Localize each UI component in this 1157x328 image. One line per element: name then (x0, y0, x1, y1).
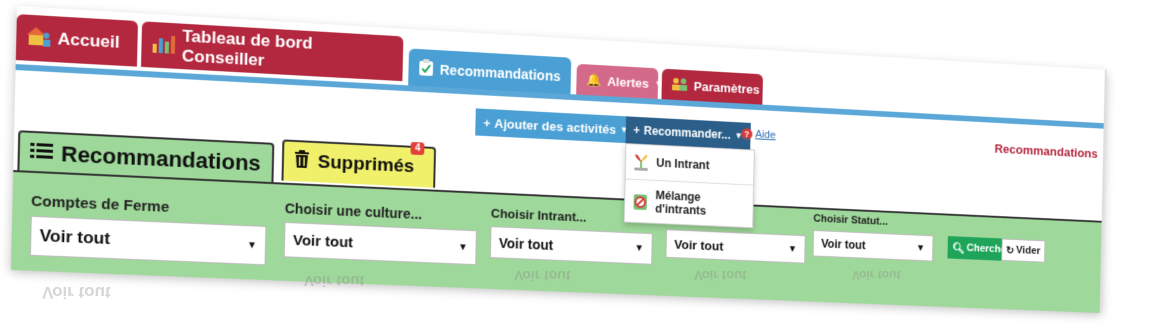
select-value: Voir tout (499, 235, 554, 253)
plant-icon (631, 152, 650, 172)
tab-parametres-label: Paramètres (694, 79, 760, 97)
plus-icon: + (633, 123, 640, 137)
filter-label: Comptes de Ferme (31, 193, 267, 220)
fourth-select[interactable]: Voir tout ▼ (665, 229, 805, 264)
add-activities-label: Ajouter des activités (494, 116, 616, 137)
menu-item-label: Mélange d'intrants (655, 189, 747, 220)
home-users-icon (26, 24, 51, 52)
filter-culture: Choisir une culture... Voir tout ▼ (284, 200, 478, 265)
caret-down-icon: ▼ (765, 85, 773, 95)
caret-down-icon: ▼ (247, 239, 257, 250)
add-activities-button[interactable]: + Ajouter des activités ▼ (475, 108, 636, 143)
bell-icon: 🔔 (586, 72, 602, 88)
caret-down-icon: ▼ (788, 244, 797, 255)
reflection-text: Voir tout (42, 282, 111, 302)
filter-label: Choisir une culture... (285, 200, 478, 224)
caret-down-icon: ▼ (458, 242, 468, 253)
tab-recommandations-label: Recommandations (440, 62, 561, 84)
plus-icon: + (483, 115, 491, 130)
subtab-recommandations-label: Recommandations (61, 141, 261, 176)
statut-select[interactable]: Voir tout ▼ (813, 230, 934, 262)
search-icon: 🔍︎ (952, 241, 965, 254)
caret-down-icon: ▼ (634, 243, 644, 254)
culture-select[interactable]: Voir tout ▼ (284, 222, 477, 265)
tab-accueil-label: Accueil (57, 29, 119, 52)
tab-alertes-label: Alertes (607, 74, 649, 91)
mix-bag-icon (631, 191, 650, 211)
filter-comptes: Comptes de Ferme Voir tout ▼ (30, 193, 267, 265)
recommend-menu: Un Intrant Mélange d'intrants (624, 143, 755, 228)
filter-label: Choisir Statut... (813, 213, 934, 230)
help-label: Aide (755, 129, 776, 141)
reflection-text: Voir tout (852, 268, 900, 282)
trash-icon (294, 150, 310, 174)
tab-accueil[interactable]: Accueil (16, 14, 138, 67)
people-icon (671, 75, 688, 94)
select-value: Voir tout (39, 226, 110, 249)
refresh-icon: ↻ (1006, 244, 1014, 256)
clipboard-check-icon (418, 58, 434, 79)
bar-chart-icon (151, 31, 176, 59)
reflection-text: Voir tout (304, 272, 365, 289)
clear-label: Vider (1016, 245, 1041, 257)
menu-item-label: Un Intrant (656, 156, 709, 172)
list-icon (30, 140, 53, 167)
menu-item-melange[interactable]: Mélange d'intrants (625, 179, 753, 228)
clear-button[interactable]: ↻ Vider (1001, 238, 1045, 262)
select-value: Voir tout (674, 237, 723, 253)
tab-tableau-label: Tableau de bord Conseiller (182, 27, 394, 78)
panel-reflection: Voir tout Voir tout Voir tout Voir tout … (14, 268, 1154, 328)
reflection-text: Voir tout (514, 268, 571, 284)
question-icon: ? (741, 128, 752, 140)
reflection-text: Voir tout (694, 268, 746, 283)
subtab-supprimes[interactable]: Supprimés 4 (281, 139, 436, 187)
filter-fourth: Voir tout ▼ (665, 229, 805, 264)
filter-statut: Choisir Statut... Voir tout ▼ (813, 213, 934, 262)
comptes-select[interactable]: Voir tout ▼ (30, 216, 267, 266)
recommend-label: Recommander... (644, 124, 731, 142)
select-value: Voir tout (293, 232, 353, 251)
deleted-count-badge: 4 (411, 142, 425, 155)
section-title: Recommandations (994, 141, 1098, 160)
help-link[interactable]: ? Aide (741, 128, 776, 141)
subtab-supprimes-label: Supprimés (317, 152, 414, 178)
caret-down-icon: ▼ (916, 243, 925, 254)
select-value: Voir tout (821, 237, 866, 252)
intrant-select[interactable]: Voir tout ▼ (490, 226, 653, 265)
app-window: Accueil Tableau de bord Conseiller Recom… (11, 6, 1107, 311)
tab-alertes[interactable]: 🔔 Alertes ▼ (576, 64, 658, 99)
